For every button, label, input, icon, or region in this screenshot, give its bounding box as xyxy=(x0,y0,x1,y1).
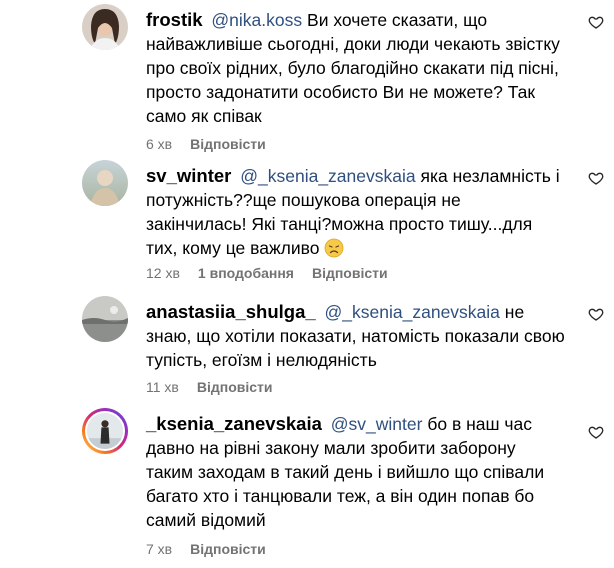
like-heart-icon[interactable] xyxy=(588,306,604,322)
mention-link[interactable]: @_ksenia_zanevskaia xyxy=(325,302,500,322)
profile-photo-icon xyxy=(82,4,128,50)
avatar-story-ring[interactable] xyxy=(82,408,128,454)
comment-text: _ksenia_zanevskaia @sv_winter бо в наш ч… xyxy=(146,412,566,532)
profile-photo-icon xyxy=(82,296,128,342)
reply-button[interactable]: Відповісти xyxy=(197,379,273,395)
reply-button[interactable]: Відповісти xyxy=(190,541,266,557)
reply-button[interactable]: Відповісти xyxy=(190,136,266,152)
like-heart-icon[interactable] xyxy=(588,14,604,30)
avatar[interactable] xyxy=(82,296,128,342)
comment-text: anastasiia_shulga_ @_ksenia_zanevskaia н… xyxy=(146,300,566,372)
comment-meta: 11 хв Відповісти xyxy=(146,379,273,395)
comment-body: Ви хочете сказати, що найважливіше сього… xyxy=(146,10,560,126)
disappointed-face-emoji-icon xyxy=(324,238,344,258)
mention-link[interactable]: @sv_winter xyxy=(331,414,423,434)
comment-meta: 12 хв 1 вподобання Відповісти xyxy=(146,265,388,281)
username[interactable]: _ksenia_zanevskaia xyxy=(146,413,322,434)
comment-meta: 6 хв Відповісти xyxy=(146,136,266,152)
like-heart-icon[interactable] xyxy=(588,170,604,186)
profile-photo-icon xyxy=(87,413,123,449)
timestamp: 12 хв xyxy=(146,265,180,281)
mention-link[interactable]: @nika.koss xyxy=(211,10,302,30)
comment-text: sv_winter @_ksenia_zanevskaia яка незлам… xyxy=(146,164,566,260)
reply-button[interactable]: Відповісти xyxy=(312,265,388,281)
username[interactable]: frostik xyxy=(146,9,203,30)
profile-photo-icon xyxy=(82,160,128,206)
likes-count-button[interactable]: 1 вподобання xyxy=(198,265,294,281)
timestamp: 7 хв xyxy=(146,541,173,557)
mention-link[interactable]: @_ksenia_zanevskaia xyxy=(240,166,415,186)
timestamp: 6 хв xyxy=(146,136,173,152)
comment-meta: 7 хв Відповісти xyxy=(146,541,266,557)
username[interactable]: anastasiia_shulga_ xyxy=(146,301,316,322)
timestamp: 11 хв xyxy=(146,379,179,395)
like-heart-icon[interactable] xyxy=(588,424,604,440)
username[interactable]: sv_winter xyxy=(146,165,231,186)
avatar[interactable] xyxy=(82,4,128,50)
comment-text: frostik @nika.koss Ви хочете сказати, що… xyxy=(146,8,566,128)
avatar[interactable] xyxy=(82,160,128,206)
